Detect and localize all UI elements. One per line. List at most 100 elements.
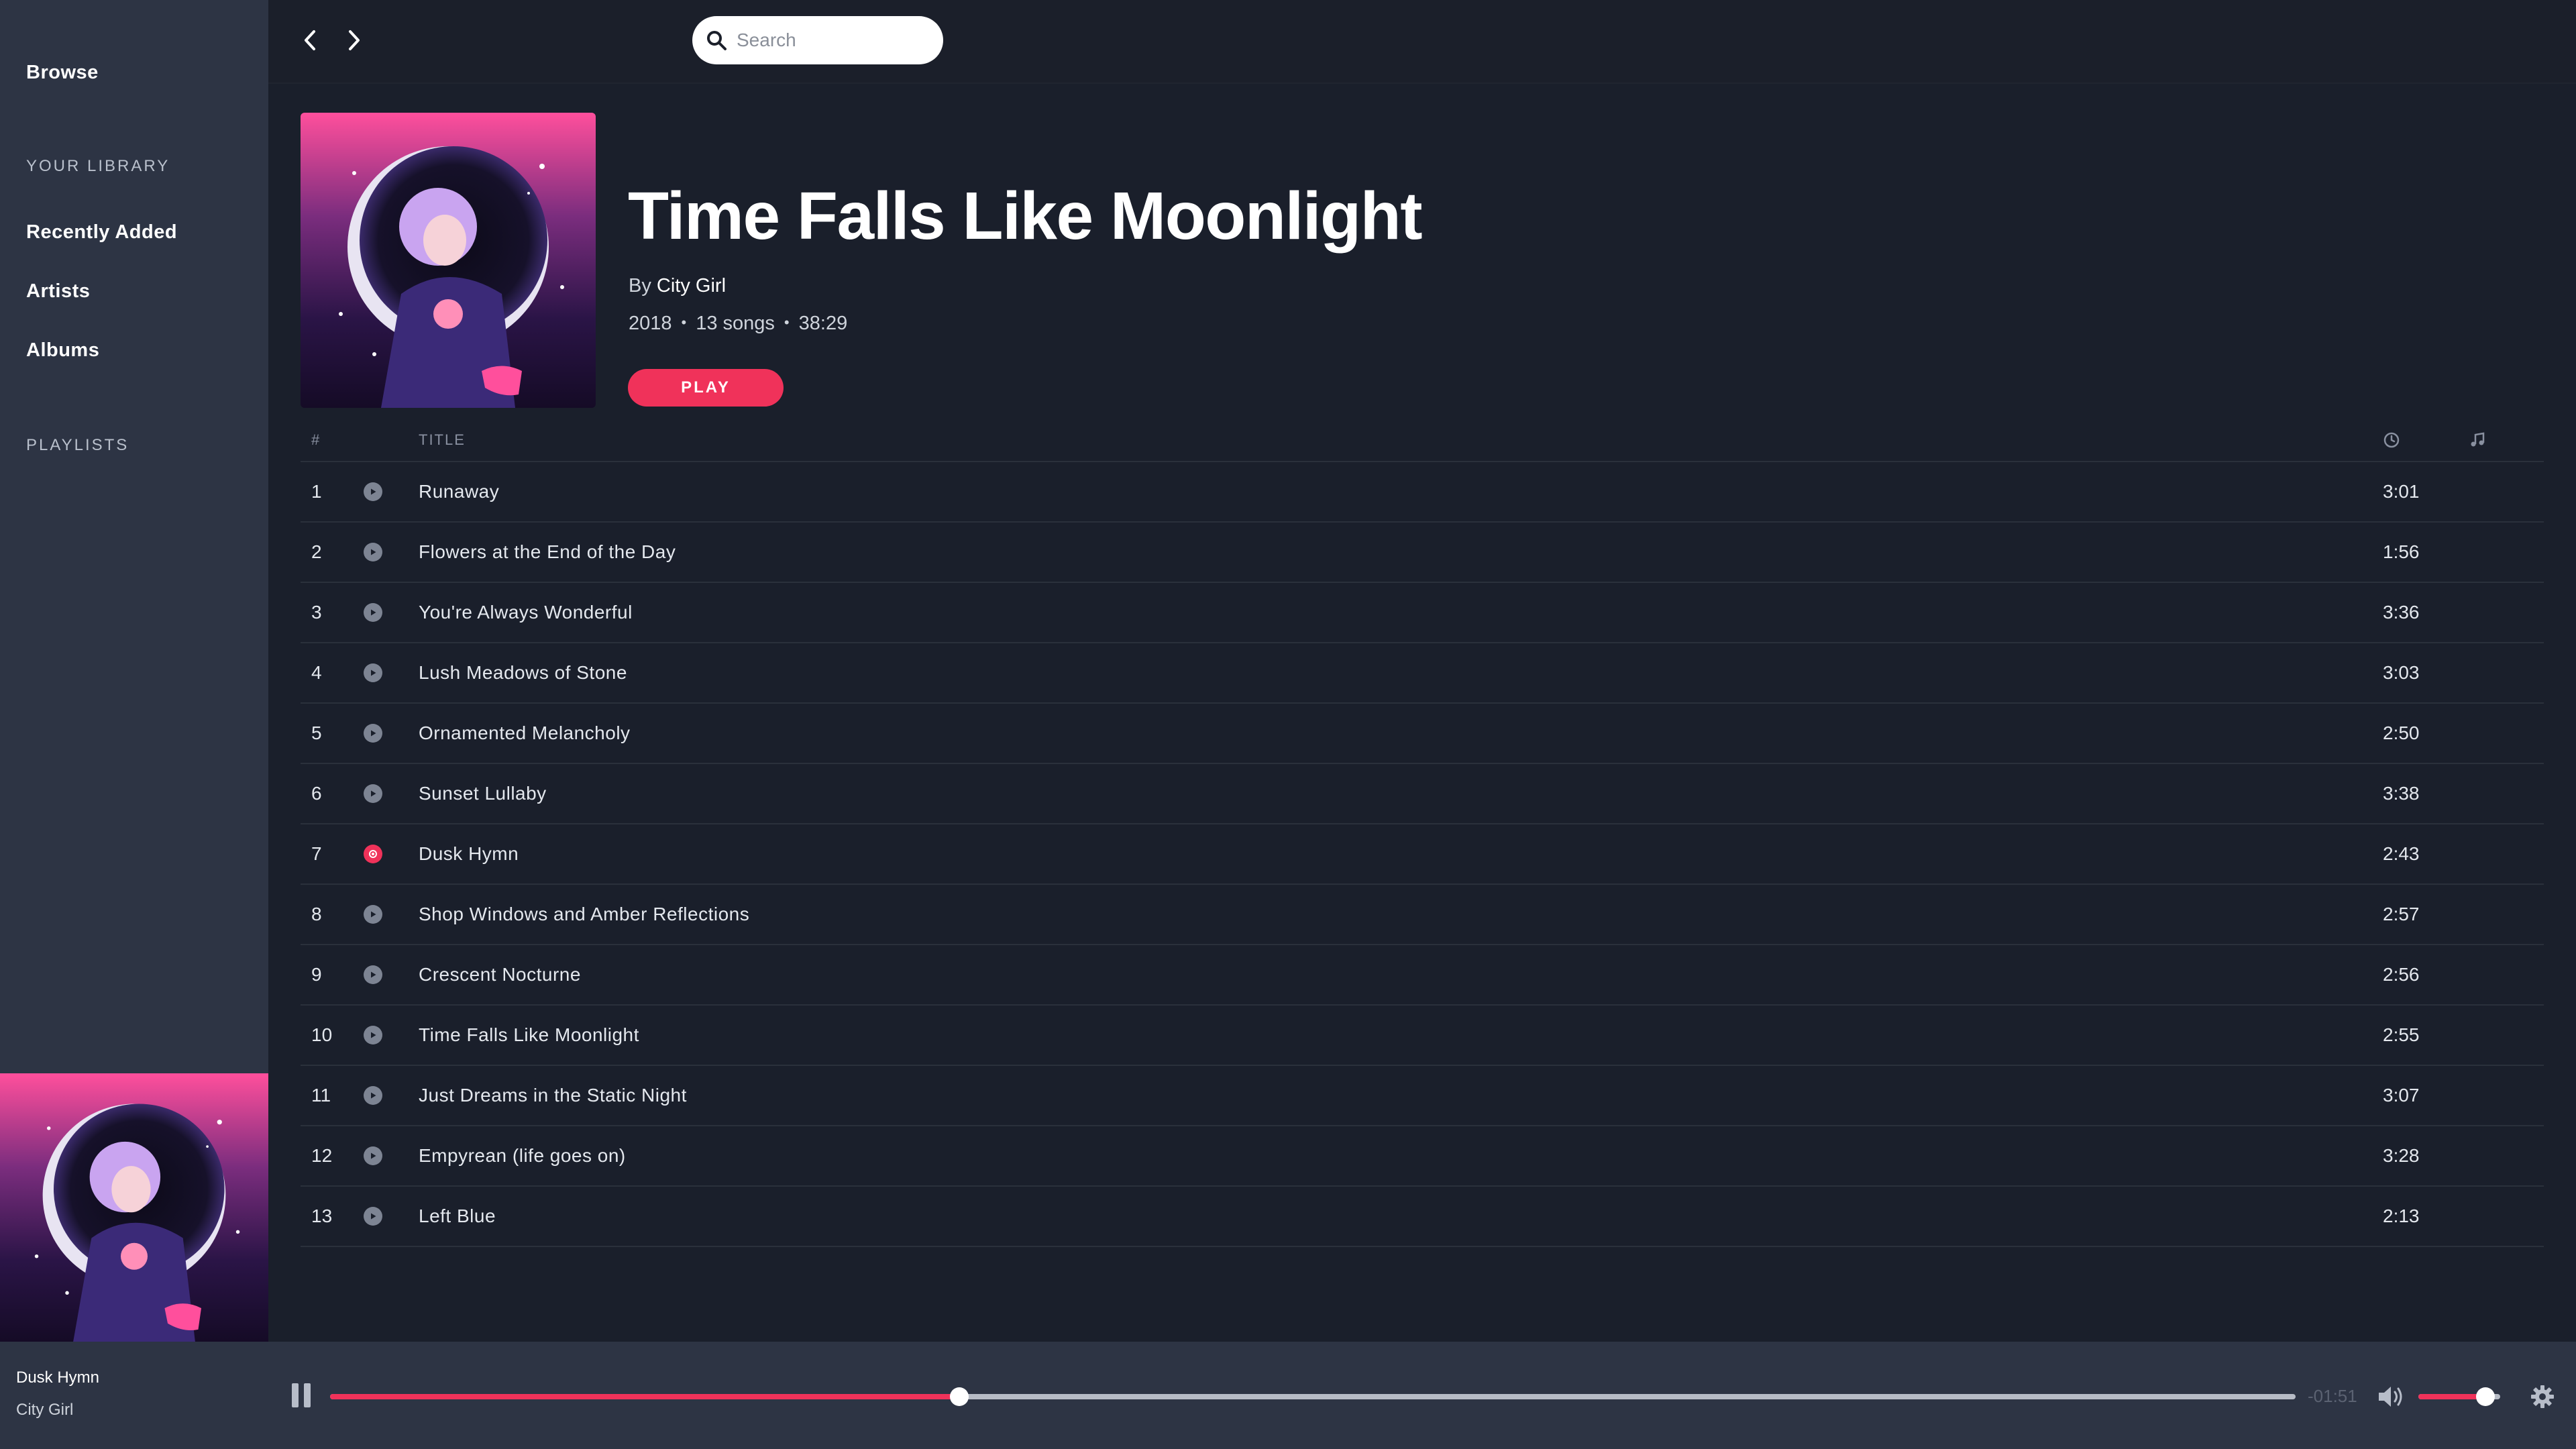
track-row[interactable]: 9 Crescent Nocturne 2:56 — [301, 945, 2544, 1006]
volume-icon[interactable] — [2376, 1383, 2406, 1410]
seek-progress — [330, 1394, 959, 1399]
volume-slider[interactable] — [2418, 1387, 2500, 1406]
track-number: 12 — [311, 1145, 333, 1166]
track-row[interactable]: 3 You're Always Wonderful 3:36 — [301, 583, 2544, 643]
by-prefix: By — [629, 275, 651, 297]
track-title[interactable]: You're Always Wonderful — [419, 602, 633, 623]
track-title[interactable]: Empyrean (life goes on) — [419, 1145, 626, 1167]
time-remaining: -01:51 — [2308, 1386, 2357, 1406]
track-number: 11 — [311, 1085, 331, 1106]
now-playing-artwork[interactable] — [0, 1073, 268, 1342]
track-number: 1 — [311, 481, 322, 502]
track-duration: 3:28 — [2383, 1145, 2420, 1166]
track-row[interactable]: 8 Shop Windows and Amber Reflections 2:57 — [301, 885, 2544, 945]
track-title[interactable]: Dusk Hymn — [419, 843, 519, 865]
search-icon — [707, 31, 727, 50]
play-circle-icon[interactable] — [364, 603, 382, 622]
pause-icon — [292, 1383, 299, 1407]
track-row[interactable]: 10 Time Falls Like Moonlight 2:55 — [301, 1006, 2544, 1066]
track-row[interactable]: 11 Just Dreams in the Static Night 3:07 — [301, 1066, 2544, 1126]
track-duration: 3:01 — [2383, 481, 2420, 502]
track-title[interactable]: Flowers at the End of the Day — [419, 541, 676, 563]
search-box[interactable] — [692, 16, 943, 64]
track-row[interactable]: 12 Empyrean (life goes on) 3:28 — [301, 1126, 2544, 1187]
header-number: # — [311, 431, 321, 448]
track-duration: 2:56 — [2383, 964, 2420, 985]
gear-icon[interactable] — [2529, 1383, 2556, 1410]
play-circle-icon[interactable] — [364, 482, 382, 501]
seek-bar[interactable] — [330, 1387, 2296, 1406]
track-duration: 2:50 — [2383, 722, 2420, 743]
player-bar: Dusk Hymn City Girl -01:51 — [0, 1342, 2576, 1449]
pause-icon — [304, 1383, 311, 1407]
track-list-header: # TITLE — [301, 419, 2544, 462]
track-number: 6 — [311, 783, 322, 804]
music-note-icon — [2469, 431, 2486, 453]
track-row[interactable]: 13 Left Blue 2:13 — [301, 1187, 2544, 1247]
track-duration: 3:07 — [2383, 1085, 2420, 1106]
play-circle-icon[interactable] — [364, 663, 382, 682]
track-duration: 2:57 — [2383, 904, 2420, 924]
play-circle-icon[interactable] — [364, 905, 382, 924]
forward-arrow-icon[interactable] — [341, 25, 368, 55]
top-bar — [268, 0, 2576, 84]
track-title[interactable]: Lush Meadows of Stone — [419, 662, 627, 684]
clock-icon — [2383, 431, 2400, 453]
track-duration: 3:36 — [2383, 602, 2420, 623]
track-list: # TITLE 1 Runaway 3:01 2 Flowers at the End … — [301, 419, 2544, 1247]
track-number: 9 — [311, 964, 322, 985]
sidebar-item-artists[interactable]: Artists — [26, 280, 90, 303]
now-playing-icon[interactable] — [364, 845, 382, 863]
track-row[interactable]: 1 Runaway 3:01 — [301, 462, 2544, 523]
play-circle-icon[interactable] — [364, 784, 382, 803]
search-input[interactable] — [737, 30, 931, 51]
artist-link[interactable]: City Girl — [657, 275, 726, 297]
volume-level — [2418, 1394, 2486, 1399]
album-title: Time Falls Like Moonlight — [628, 178, 1423, 254]
track-number: 2 — [311, 541, 322, 562]
header-title: TITLE — [419, 431, 466, 448]
play-circle-icon[interactable] — [364, 965, 382, 984]
pause-button[interactable] — [292, 1383, 313, 1407]
track-title[interactable]: Crescent Nocturne — [419, 964, 581, 985]
track-row[interactable]: 7 Dusk Hymn 2:43 — [301, 824, 2544, 885]
track-row[interactable]: 6 Sunset Lullaby 3:38 — [301, 764, 2544, 824]
sidebar: Browse YOUR LIBRARY Recently Added Artis… — [0, 0, 268, 1073]
track-title[interactable]: Shop Windows and Amber Reflections — [419, 904, 749, 925]
play-button[interactable]: PLAY — [628, 369, 784, 407]
track-row[interactable]: 2 Flowers at the End of the Day 1:56 — [301, 523, 2544, 583]
album-view: Time Falls Like Moonlight By City Girl 2… — [268, 84, 2576, 1342]
seek-handle[interactable] — [949, 1387, 969, 1406]
play-circle-icon[interactable] — [364, 1026, 382, 1044]
volume-handle[interactable] — [2476, 1387, 2496, 1406]
track-row[interactable]: 4 Lush Meadows of Stone 3:03 — [301, 643, 2544, 704]
album-meta: 2018 • 13 songs • 38:29 — [629, 313, 847, 335]
track-row[interactable]: 5 Ornamented Melancholy 2:50 — [301, 704, 2544, 764]
separator-dot: • — [681, 314, 687, 331]
play-circle-icon[interactable] — [364, 724, 382, 743]
sidebar-item-recently-added[interactable]: Recently Added — [26, 221, 177, 244]
track-title[interactable]: Time Falls Like Moonlight — [419, 1024, 639, 1046]
track-title[interactable]: Ornamented Melancholy — [419, 722, 631, 744]
track-number: 8 — [311, 904, 322, 924]
now-playing-artist[interactable]: City Girl — [16, 1401, 73, 1419]
track-duration: 2:55 — [2383, 1024, 2420, 1045]
track-title[interactable]: Left Blue — [419, 1205, 496, 1227]
play-circle-icon[interactable] — [364, 1146, 382, 1165]
album-byline: By City Girl — [629, 275, 726, 297]
play-circle-icon[interactable] — [364, 1207, 382, 1226]
now-playing-title[interactable]: Dusk Hymn — [16, 1368, 99, 1387]
track-number: 7 — [311, 843, 322, 864]
track-number: 3 — [311, 602, 322, 623]
sidebar-item-albums[interactable]: Albums — [26, 339, 99, 362]
play-circle-icon[interactable] — [364, 1086, 382, 1105]
track-number: 4 — [311, 662, 322, 683]
sidebar-item-browse[interactable]: Browse — [26, 62, 99, 84]
play-circle-icon[interactable] — [364, 543, 382, 561]
track-title[interactable]: Just Dreams in the Static Night — [419, 1085, 687, 1106]
track-title[interactable]: Runaway — [419, 481, 499, 502]
track-duration: 3:03 — [2383, 662, 2420, 683]
back-arrow-icon[interactable] — [297, 25, 323, 55]
track-duration: 1:56 — [2383, 541, 2420, 562]
track-title[interactable]: Sunset Lullaby — [419, 783, 547, 804]
